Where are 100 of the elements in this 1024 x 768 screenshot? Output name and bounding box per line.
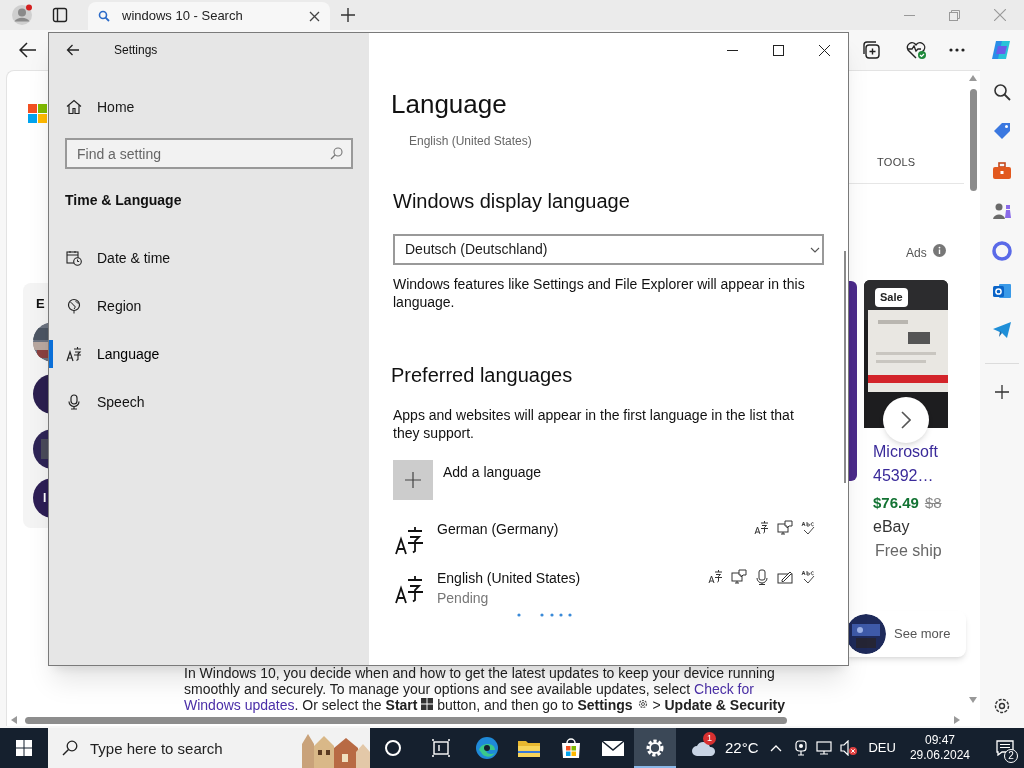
- notification-button[interactable]: 2: [990, 728, 1020, 768]
- language-dropdown[interactable]: Deutsch (Deutschland): [393, 234, 824, 265]
- maximize-icon[interactable]: [773, 44, 784, 56]
- store-icon: [560, 737, 582, 759]
- scrollbar-thumb[interactable]: [969, 89, 977, 191]
- new-tab-icon[interactable]: [341, 8, 355, 22]
- network-icon[interactable]: [816, 740, 833, 756]
- scroll-down-icon[interactable]: [969, 697, 977, 703]
- mail-app-icon[interactable]: [992, 281, 1012, 301]
- avatar-icon[interactable]: [11, 4, 33, 26]
- window-title: Settings: [114, 42, 158, 59]
- nav-item[interactable]: Home: [49, 87, 369, 127]
- copilot-icon[interactable]: [989, 38, 1013, 62]
- windows-icon: [16, 740, 32, 756]
- link[interactable]: Check for: [694, 681, 754, 697]
- add-icon[interactable]: [995, 385, 1009, 399]
- heart-pulse-icon[interactable]: [905, 40, 927, 60]
- sale-badge: Sale: [875, 288, 908, 307]
- speech-bubble-monitor-icon: [731, 569, 747, 585]
- seller-name: eBay: [873, 516, 911, 537]
- notification-badge: 2: [1004, 749, 1018, 763]
- section-heading: Preferred languages: [391, 363, 574, 388]
- nav-item[interactable]: Region: [49, 282, 369, 330]
- paper-plane-icon[interactable]: [992, 321, 1012, 339]
- scrollbar-thumb[interactable]: [25, 716, 787, 724]
- nav-item[interactable]: Date & time: [49, 234, 369, 282]
- keyboard-language[interactable]: DEU: [868, 738, 896, 758]
- page-title: Language: [391, 88, 508, 120]
- browser-tab[interactable]: windows 10 - Search: [88, 2, 330, 30]
- chevron-down-icon: [810, 246, 820, 253]
- thumbnail-label: I: [43, 490, 47, 507]
- calendar-clock-icon: [66, 250, 82, 266]
- product-title[interactable]: Microsoft: [873, 440, 939, 464]
- tab-label[interactable]: TOOLS: [877, 154, 916, 171]
- logo-icon: [28, 104, 47, 123]
- chevron-right-icon: [901, 411, 911, 429]
- search-field[interactable]: Type here to search: [48, 728, 298, 768]
- more-icon[interactable]: [949, 48, 965, 52]
- clock[interactable]: 09:47 29.06.2024: [909, 733, 970, 763]
- language-icon: [395, 525, 425, 555]
- scroll-up-icon[interactable]: [969, 75, 977, 81]
- old-price: $8: [924, 493, 942, 513]
- search-field[interactable]: Find a setting: [65, 138, 353, 169]
- language-name: German (Germany): [437, 520, 560, 539]
- vertical-scrollbar[interactable]: [967, 73, 979, 705]
- folder-icon: [517, 738, 541, 758]
- add-language-button[interactable]: Add a language: [393, 460, 824, 500]
- language-name: English (United States): [437, 569, 582, 588]
- tag-icon[interactable]: [992, 121, 1012, 141]
- tab-actions-icon[interactable]: [52, 7, 68, 23]
- close-icon[interactable]: [819, 44, 830, 56]
- back-arrow-icon[interactable]: [19, 42, 37, 58]
- home-icon: [66, 99, 82, 115]
- description-text: Apps and websites will appear in the first language in the list that they support.: [393, 406, 795, 442]
- price: $76.49: [873, 493, 919, 513]
- spell-check-icon: [800, 569, 816, 585]
- section-heading: E: [36, 295, 45, 313]
- envelope-icon: [601, 739, 625, 757]
- article-paragraph: In Windows 10, you decide when and how to get the latest updates to keep your device running smoothly and securely. To manage your options and see available updates, select Check for Windows updates. Or select the Start button, and then go to Settings > Update & Security: [184, 665, 786, 713]
- search-icon: [62, 740, 78, 756]
- edge-icon: [475, 736, 499, 760]
- microphone-icon: [66, 394, 82, 410]
- search-icon[interactable]: [993, 83, 1011, 101]
- chess-icon[interactable]: [992, 201, 1012, 221]
- notification-badge: 1: [702, 732, 716, 745]
- search-icon: [98, 10, 110, 22]
- webcam-icon[interactable]: [794, 740, 809, 756]
- copilot-icon[interactable]: [992, 241, 1012, 261]
- volume-muted-icon[interactable]: [840, 740, 859, 756]
- preferred-language-row[interactable]: German (Germany): [395, 519, 824, 555]
- pen-tablet-icon: [777, 569, 793, 585]
- nav-item[interactable]: Language: [49, 330, 369, 378]
- ads-label: Ads: [906, 245, 927, 262]
- settings-icon[interactable]: [993, 697, 1011, 715]
- toolbox-icon[interactable]: [992, 161, 1012, 181]
- preferred-language-row[interactable]: English (United States) Pending: [395, 568, 824, 608]
- chevron-up-icon[interactable]: [770, 744, 783, 752]
- windows-icon: [421, 698, 434, 710]
- nav-item[interactable]: Speech: [49, 378, 369, 426]
- see-more-button[interactable]: See more: [846, 611, 966, 657]
- microphone-icon: [754, 569, 770, 585]
- section-heading: Time & Language: [64, 191, 183, 210]
- weather-widget[interactable]: 1 22°C: [690, 728, 759, 768]
- scrollbar-thumb[interactable]: [844, 251, 846, 483]
- section-heading: Windows display language: [393, 189, 631, 214]
- collections-icon[interactable]: [861, 40, 881, 60]
- scroll-left-icon[interactable]: [11, 716, 17, 724]
- gear-icon: [636, 698, 649, 710]
- task-view-icon: [430, 739, 451, 757]
- back-arrow-icon[interactable]: [66, 44, 80, 56]
- gear-icon: [645, 738, 665, 758]
- plus-icon: [405, 472, 421, 488]
- scroll-right-icon[interactable]: [954, 716, 960, 724]
- info-icon[interactable]: [933, 244, 946, 257]
- globe-icon: [66, 298, 82, 314]
- speech-bubble-monitor-icon: [777, 520, 793, 536]
- close-icon[interactable]: [309, 10, 320, 22]
- link[interactable]: Windows updates: [184, 697, 295, 713]
- taskbar-button[interactable]: [634, 728, 676, 768]
- product-model: 45392…: [873, 466, 935, 486]
